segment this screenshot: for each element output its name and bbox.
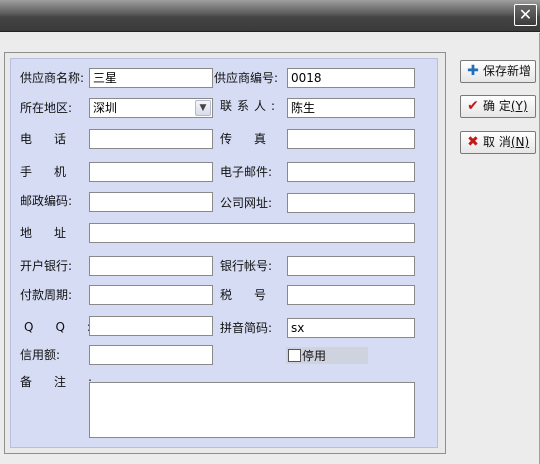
supplier-code-input[interactable]: 0018	[287, 68, 415, 88]
check-icon: ✔	[467, 98, 479, 114]
email-input[interactable]	[287, 162, 415, 182]
credit-label: 信用额:	[20, 348, 61, 362]
tax-input[interactable]	[287, 285, 415, 305]
qq-input[interactable]	[89, 316, 213, 336]
phone-input[interactable]	[89, 129, 213, 149]
website-input[interactable]	[287, 193, 415, 213]
title-bar	[0, 0, 540, 32]
email-label: 电子邮件:	[220, 165, 273, 179]
supplier-code-label: 供应商编号:	[214, 71, 279, 85]
fax-input[interactable]	[287, 129, 415, 149]
ok-hotkey: (Y)	[510, 99, 528, 113]
bank-account-label: 银行帐号:	[220, 259, 273, 273]
contact-label: 联系人:	[220, 99, 281, 113]
payment-term-label: 付款周期:	[20, 288, 73, 302]
contact-input[interactable]: 陈生	[287, 98, 415, 118]
disabled-label: 停用	[302, 349, 327, 363]
close-icon: ✕	[518, 5, 533, 24]
plus-icon: ✚	[467, 63, 479, 79]
address-input[interactable]	[89, 223, 415, 243]
postcode-label: 邮政编码:	[20, 194, 73, 208]
region-label: 所在地区:	[20, 101, 73, 115]
bank-input[interactable]	[89, 256, 213, 276]
supplier-name-label: 供应商名称:	[20, 71, 85, 85]
ok-label: 确 定	[483, 99, 511, 113]
cancel-button[interactable]: ✖ 取 消(N)	[460, 131, 536, 154]
chevron-down-icon[interactable]: ▼	[195, 100, 211, 116]
credit-input[interactable]	[89, 345, 213, 365]
mobile-input[interactable]	[89, 162, 213, 182]
region-value: 深圳	[93, 101, 118, 115]
close-button[interactable]: ✕	[514, 4, 537, 26]
save-new-button[interactable]: ✚ 保存新增	[460, 60, 536, 83]
x-icon: ✖	[467, 134, 479, 150]
pinyin-label: 拼音简码:	[220, 321, 273, 335]
postcode-input[interactable]	[89, 192, 213, 212]
cancel-label: 取 消	[483, 135, 511, 149]
save-new-label: 保存新增	[483, 64, 532, 78]
pinyin-input[interactable]: sx	[287, 318, 415, 338]
website-label: 公司网址:	[220, 196, 273, 210]
supplier-name-input[interactable]: 三星	[89, 68, 213, 88]
bank-account-input[interactable]	[287, 256, 415, 276]
remarks-textarea[interactable]	[89, 382, 415, 438]
payment-term-input[interactable]	[89, 285, 213, 305]
bank-label: 开户银行:	[20, 259, 73, 273]
region-select[interactable]: 深圳 ▼	[89, 98, 213, 118]
cancel-hotkey: (N)	[510, 135, 530, 149]
disabled-checkbox[interactable]	[288, 349, 301, 362]
ok-button[interactable]: ✔ 确 定(Y)	[460, 95, 536, 118]
